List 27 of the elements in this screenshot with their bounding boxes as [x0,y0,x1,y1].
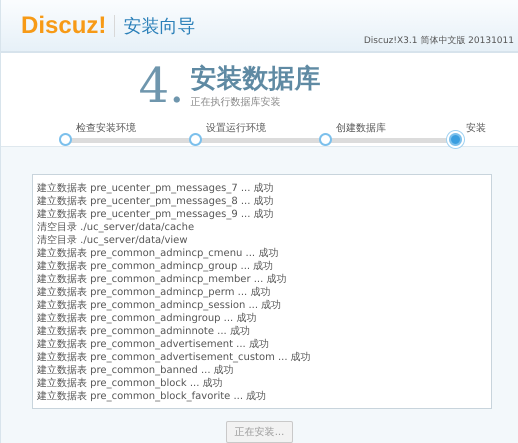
log-line: 建立数据表 pre_common_admincp_session ... 成功 [37,299,282,312]
log-line: 建立数据表 pre_ucenter_pm_messages_7 ... 成功 [37,182,275,195]
step-subtitle: 正在执行数据库安装 [190,96,282,110]
step-label: 设置运行环境 [206,122,266,136]
version-text: Discuz!X3.1 简体中文版 20131011 [364,34,514,48]
log-line: 建立数据表 pre_common_banned ... 成功 [37,364,235,377]
logo: Discuz! [21,12,106,40]
step-title: 安装数据库 [190,63,320,96]
log-line: 建立数据表 pre_ucenter_pm_messages_9 ... 成功 [37,208,275,221]
step-label: 创建数据库 [336,122,386,136]
log-line: 建立数据表 pre_common_admincp_cmenu ... 成功 [37,247,280,260]
log-line: 建立数据表 pre_common_adminnote ... 成功 [37,325,251,338]
log-line: 建立数据表 pre_common_block_favorite ... 成功 [37,390,268,403]
step-label: 安装 [466,122,486,136]
log-line: 建立数据表 pre_common_advertisement ... 成功 [37,338,270,351]
log-line: 建立数据表 pre_common_advertisement_custom ... 成功 [37,351,312,364]
step-label: 检查安装环境 [76,122,136,136]
log-line: 建立数据表 pre_ucenter_pm_messages_8 ... 成功 [37,195,275,208]
step-number: 4. [138,58,184,114]
log-line: 清空目录 ./uc_server/data/view [37,234,189,247]
log-line: 建立数据表 pre_common_admincp_group ... 成功 [37,260,274,273]
log-line: 建立数据表 pre_common_admincp_perm ... 成功 [37,286,272,299]
log-line: 建立数据表 pre_common_admincp_member ... 成功 [37,273,288,286]
header-title: 安装向导 [123,14,196,38]
log-line: 清空目录 ./uc_server/data/cache [37,221,196,234]
log-line: 建立数据表 pre_common_admingroup ... 成功 [37,312,258,325]
log-line: 建立数据表 pre_common_block ... 成功 [37,377,224,390]
